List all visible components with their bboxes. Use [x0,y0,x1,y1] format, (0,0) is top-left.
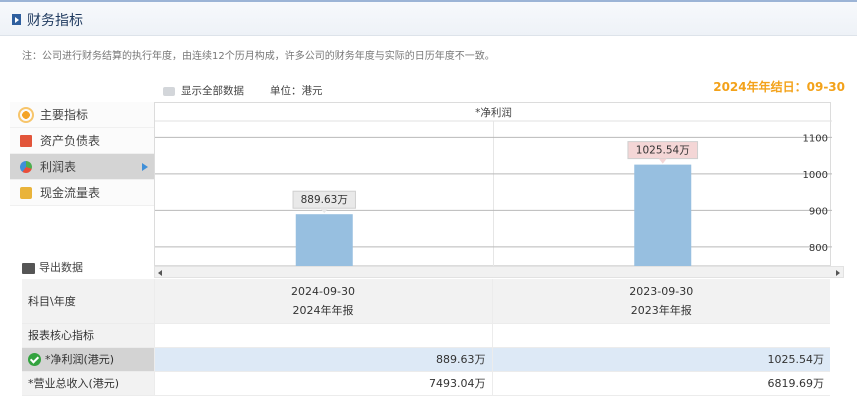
net-profit-chart: *净利润 800 900 1000 1100 889.63万 1025.54万 [154,102,832,267]
chart-toolbar: 显示全部数据 单位：港元 [163,83,323,98]
column-date: 2024-09-30 [291,284,355,298]
nav-item-balance-sheet[interactable]: 资产负债表 [10,128,154,154]
export-icon [22,262,35,274]
column-header: 2023-09-30 2023年年报 [491,279,830,324]
export-data-button[interactable]: 导出数据 [22,259,83,275]
section-label: 报表核心指标 [22,323,154,348]
chart-title: *净利润 [475,106,512,119]
chart-canvas: *净利润 800 900 1000 1100 889.63万 1025.54万 [155,106,832,267]
scroll-left-icon[interactable] [158,270,162,276]
y-tick-label: 800 [809,243,828,254]
sun-icon [20,108,32,121]
row-label-text: *净利润(港元) [45,353,115,366]
table-row[interactable]: *净利润(港元) 889.63万 1025.54万 [22,347,830,372]
column-report: 2023年年报 [630,303,692,317]
table-cell: 889.63万 [153,347,492,372]
nav-item-label: 主要指标 [40,108,89,122]
column-report: 2024年年报 [292,303,354,317]
bar [295,214,353,267]
data-label-pointer [658,158,667,164]
column-header: 2024-09-30 2024年年报 [153,279,492,324]
table-cell: 1025.54万 [491,347,830,372]
nav-item-key-indicators[interactable]: 主要指标 [10,102,154,128]
y-tick-label: 1000 [803,170,828,181]
fiscal-year-note: 注：公司进行财务结算的执行年度，由连续12个历月构成，许多公司的财务年度与实际的… [22,51,495,62]
nav-item-cash-flow[interactable]: 现金流量表 [10,180,154,206]
table-header-row: 科目\年度 2024-09-30 2024年年报 2023-09-30 2023年年… [22,279,830,324]
row-label: *营业总收入(港元) [22,371,154,396]
nav-item-income-statement[interactable]: 利润表 [10,154,154,180]
scroll-right-icon[interactable] [836,270,840,276]
section-row: 报表核心指标 [22,323,830,348]
data-label: 889.63万 [301,194,348,206]
section-title: 财务指标 [27,13,83,29]
table-cell: 6819.69万 [491,371,830,396]
data-label: 1025.54万 [636,145,690,157]
chart-horizontal-scrollbar[interactable] [154,266,844,278]
row-label: *净利润(港元) [22,347,154,372]
nav-item-label: 资产负债表 [40,134,101,148]
pie-chart-icon [20,160,32,173]
document-icon [20,134,32,147]
show-all-data-label[interactable]: 显示全部数据 [181,85,244,97]
checkbox-icon[interactable] [163,86,175,96]
nav-item-label: 现金流量表 [40,186,101,200]
column-date: 2023-09-30 [629,284,694,298]
bar [634,164,692,267]
y-tick-label: 900 [809,206,828,217]
y-tick-label: 1100 [803,133,828,144]
section-marker-icon [12,14,21,25]
year-end-label: 2024年年结日：09-30 [713,80,845,94]
check-circle-icon [28,352,41,366]
active-arrow-icon [142,163,148,171]
coins-icon [20,186,32,199]
table-cell: 7493.04万 [153,371,492,396]
unit-label: 单位：港元 [270,85,323,97]
table-row[interactable]: *营业总收入(港元) 7493.04万 6819.69万 [22,371,830,396]
show-all-data-toggle[interactable]: 显示全部数据 [163,85,244,97]
section-header: 财务指标 [0,0,857,36]
financial-table: 科目\年度 2024-09-30 2024年年报 2023-09-30 2023年年… [22,279,830,396]
export-label: 导出数据 [39,261,83,274]
statement-nav: 主要指标 资产负债表 利润表 现金流量表 [10,102,154,206]
table-header-label: 科目\年度 [22,279,154,324]
nav-item-label: 利润表 [40,160,77,174]
